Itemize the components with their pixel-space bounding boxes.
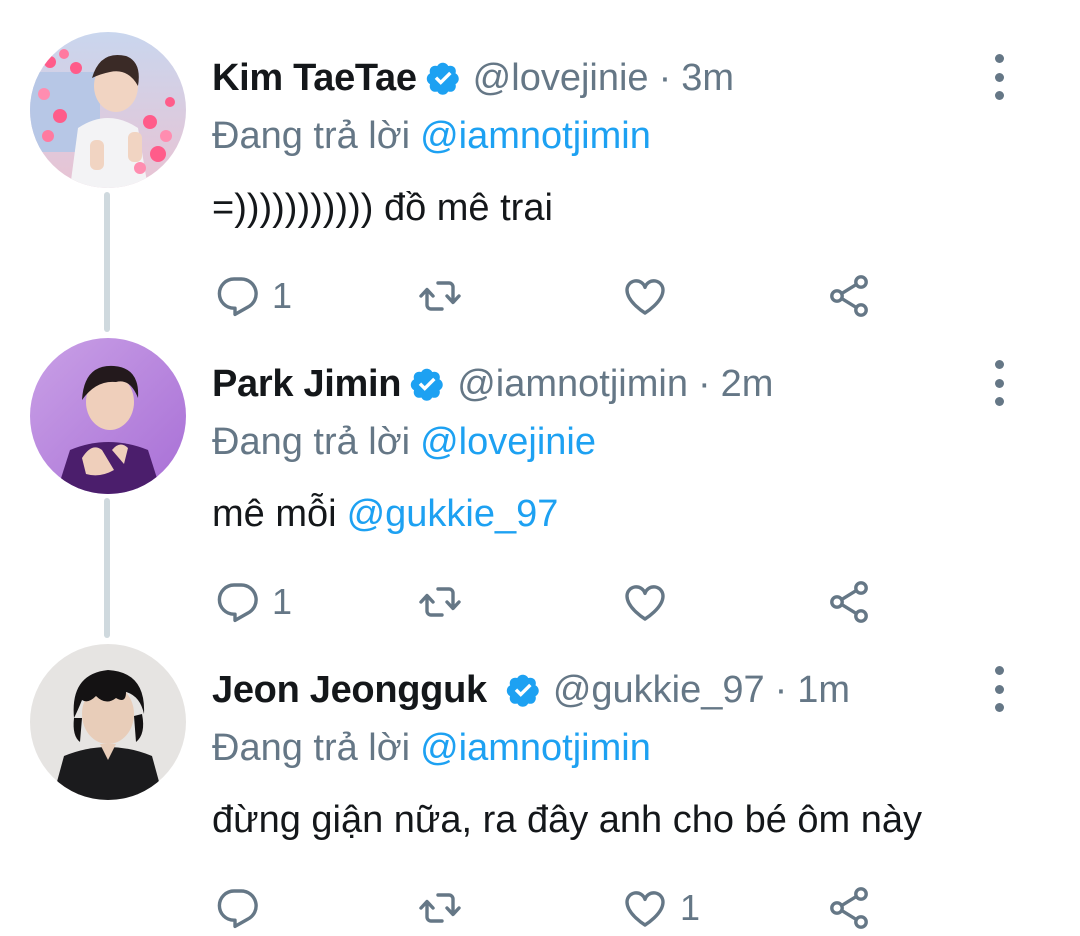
- like-button[interactable]: [620, 574, 680, 630]
- reply-button[interactable]: 1: [214, 268, 292, 324]
- like-count: 1: [680, 887, 701, 928]
- tweet-header: Kim TaeTae @lovejinie · 3m: [212, 50, 734, 106]
- replying-to: Đang trả lời @iamnotjimin: [212, 108, 651, 164]
- like-button[interactable]: 1: [620, 880, 700, 936]
- share-icon: [830, 887, 868, 929]
- separator-dot: ·: [697, 362, 711, 405]
- retweet-button[interactable]: [414, 880, 466, 936]
- like-icon: [625, 279, 665, 315]
- tweet-header: Park Jimin @iamnotjimin · 2m: [212, 356, 773, 412]
- separator-dot: ·: [658, 56, 672, 99]
- retweet-icon: [419, 893, 461, 923]
- replying-to-label: Đang trả lời: [212, 420, 411, 463]
- verified-badge-icon: [409, 366, 445, 402]
- reply-button[interactable]: 1: [214, 574, 292, 630]
- replying-to-mention[interactable]: @iamnotjimin: [420, 727, 651, 770]
- retweet-button[interactable]: [414, 574, 466, 630]
- tweet-actions: 1: [0, 268, 1080, 324]
- tweet[interactable]: Jeon Jeongguk @gukkie_97 · 1m Đang trả l…: [0, 644, 1080, 929]
- reply-icon: [217, 277, 258, 317]
- avatar[interactable]: [30, 32, 186, 188]
- tweet-actions: 1: [0, 574, 1080, 630]
- more-vertical-icon[interactable]: [984, 358, 1014, 408]
- display-name[interactable]: Park Jimin: [212, 363, 402, 406]
- display-name[interactable]: Kim TaeTae: [212, 57, 417, 100]
- like-icon: [625, 891, 665, 927]
- share-icon: [830, 581, 868, 623]
- reply-icon: [217, 889, 258, 929]
- tweet-actions: 1: [0, 880, 1080, 936]
- share-button[interactable]: [824, 574, 874, 630]
- like-icon: [625, 585, 665, 621]
- replying-to-label: Đang trả lời: [212, 726, 411, 769]
- reply-count: 1: [272, 581, 293, 622]
- replying-to-mention[interactable]: @lovejinie: [420, 421, 596, 464]
- more-vertical-icon[interactable]: [984, 664, 1014, 714]
- more-vertical-icon[interactable]: [984, 52, 1014, 102]
- user-handle[interactable]: @iamnotjimin: [457, 363, 688, 406]
- replying-to-label: Đang trả lời: [212, 114, 411, 157]
- tweet-text: đừng giận nữa, ra đây anh cho bé ôm này: [212, 790, 922, 850]
- tweet-timestamp[interactable]: 3m: [681, 57, 734, 100]
- reply-button[interactable]: [214, 880, 272, 936]
- share-button[interactable]: [824, 880, 874, 936]
- tweet[interactable]: Kim TaeTae @lovejinie · 3m Đang trả lời …: [0, 32, 1080, 338]
- reply-count: 1: [272, 275, 293, 316]
- tweet-text-content: =))))))))))) đồ mê trai: [212, 186, 553, 229]
- verified-badge-icon: [425, 60, 461, 96]
- retweet-icon: [419, 281, 461, 311]
- like-button[interactable]: [620, 268, 680, 324]
- avatar[interactable]: [30, 338, 186, 494]
- share-icon: [830, 275, 868, 317]
- tweet-timestamp[interactable]: 2m: [721, 363, 774, 406]
- replying-to: Đang trả lời @iamnotjimin: [212, 720, 651, 776]
- separator-dot: ·: [774, 668, 788, 711]
- retweet-button[interactable]: [414, 268, 466, 324]
- reply-icon: [217, 583, 258, 623]
- tweet-text-content: đừng giận nữa, ra đây anh cho bé ôm này: [212, 798, 923, 841]
- replying-to-mention[interactable]: @iamnotjimin: [420, 115, 651, 158]
- user-handle[interactable]: @gukkie_97: [553, 669, 765, 712]
- replying-to: Đang trả lời @lovejinie: [212, 414, 596, 470]
- tweet-mention[interactable]: @gukkie_97: [347, 493, 559, 536]
- tweet-text: =))))))))))) đồ mê trai: [212, 178, 553, 238]
- share-button[interactable]: [824, 268, 874, 324]
- display-name[interactable]: Jeon Jeongguk: [212, 669, 487, 712]
- avatar[interactable]: [30, 644, 186, 800]
- tweet-text-content: mê mỗi: [212, 492, 337, 535]
- retweet-icon: [419, 587, 461, 617]
- verified-badge-icon: [505, 672, 541, 708]
- tweet-timestamp[interactable]: 1m: [797, 669, 850, 712]
- tweet-header: Jeon Jeongguk @gukkie_97 · 1m: [212, 662, 850, 718]
- reply-thread: Kim TaeTae @lovejinie · 3m Đang trả lời …: [0, 0, 1080, 929]
- user-handle[interactable]: @lovejinie: [473, 57, 649, 100]
- tweet[interactable]: Park Jimin @iamnotjimin · 2m Đang trả lờ…: [0, 338, 1080, 644]
- tweet-text: mê mỗi @gukkie_97: [212, 484, 558, 544]
